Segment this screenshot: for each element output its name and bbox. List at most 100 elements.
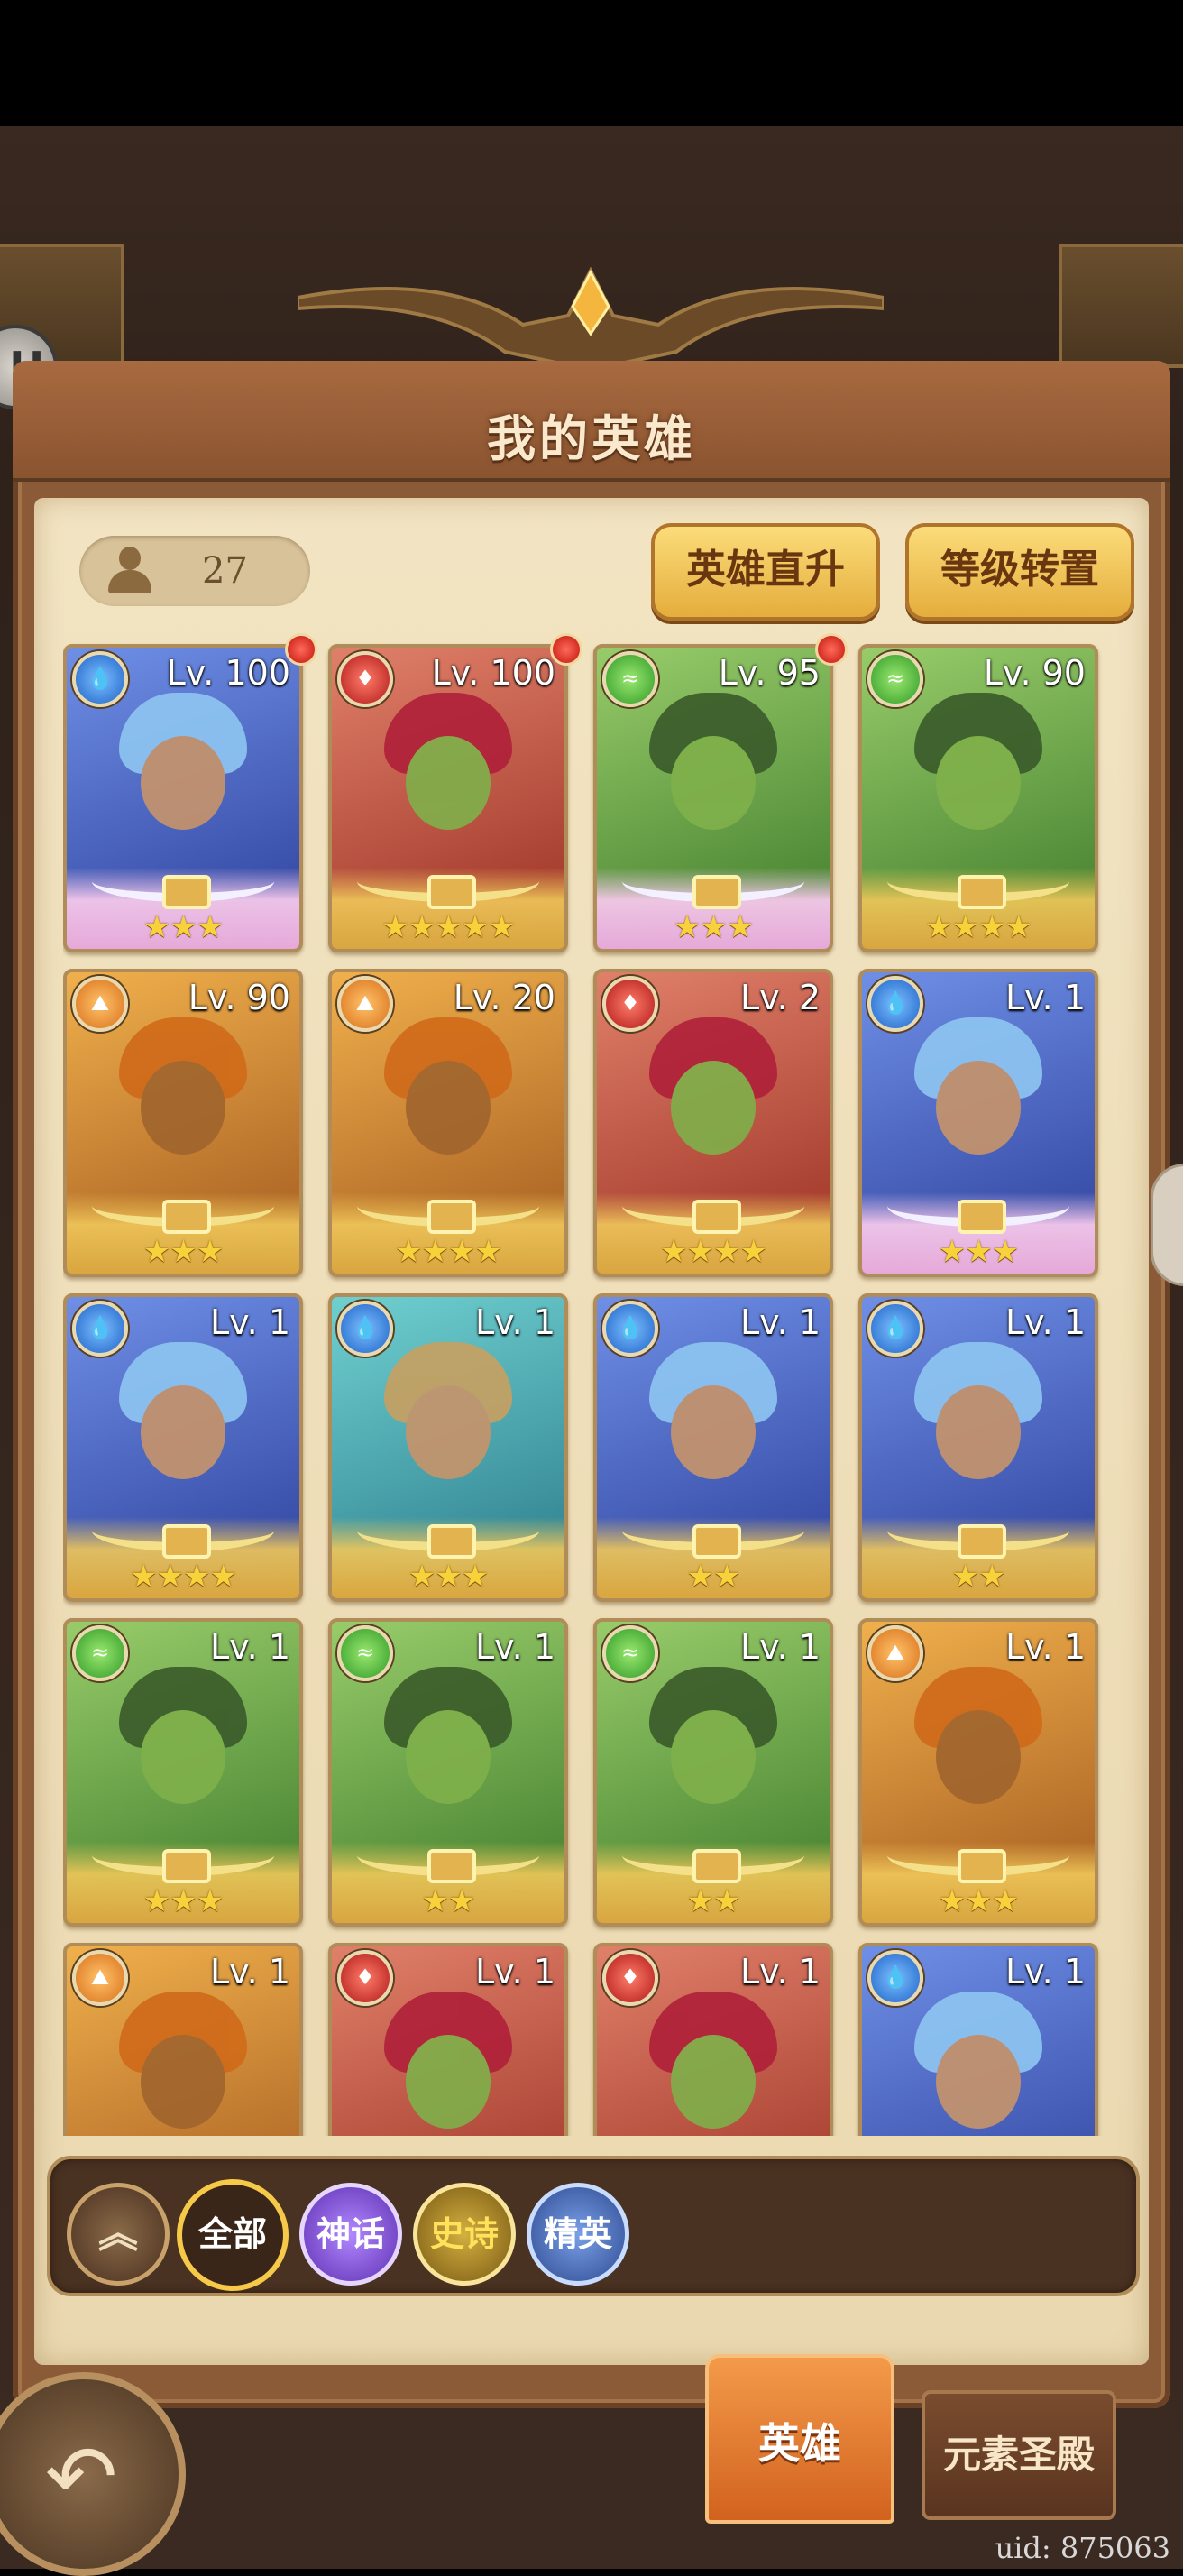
hero-card[interactable]: ⛰ Lv. 1: [63, 1943, 303, 2136]
rarity-emblem-icon: [427, 1849, 476, 1883]
rarity-emblem-icon: [162, 1524, 211, 1559]
rarity-emblem-icon: [958, 875, 1006, 909]
filter-all-button[interactable]: 全部: [177, 2179, 289, 2291]
hero-card[interactable]: ⛰ Lv. 90 ★★★: [63, 969, 303, 1277]
direct-upgrade-button[interactable]: 英雄直升: [651, 523, 880, 621]
hero-level: Lv. 1: [474, 1302, 555, 1342]
fire-element-icon: ♦: [602, 1950, 658, 2006]
side-drawer-handle[interactable]: [1151, 1164, 1183, 1286]
hero-level: Lv. 1: [209, 1302, 290, 1342]
rarity-emblem-icon: [692, 1524, 741, 1559]
hero-card[interactable]: ♦ Lv. 1: [328, 1943, 568, 2136]
hero-card[interactable]: ⛰ Lv. 1 ★★★: [858, 1618, 1098, 1927]
star-rating: ★★★★: [395, 1234, 502, 1270]
hero-portrait: [633, 1983, 793, 2136]
hero-portrait: [898, 1658, 1059, 1838]
hero-portrait: [103, 1658, 263, 1838]
rarity-emblem-icon: [427, 1200, 476, 1234]
rarity-emblem-icon: [162, 1200, 211, 1234]
water-element-icon: 💧: [867, 1301, 923, 1357]
filter-elite-button[interactable]: 精英: [527, 2183, 629, 2286]
filter-epic-button[interactable]: 史诗: [413, 2183, 516, 2286]
earth-element-icon: ⛰: [867, 1625, 923, 1681]
hero-card[interactable]: ⛰ Lv. 20 ★★★★: [328, 969, 568, 1277]
wind-element-icon: ≈: [602, 651, 658, 707]
hero-level: Lv. 1: [1004, 1302, 1086, 1342]
hero-card[interactable]: 💧 Lv. 100 ★★★: [63, 644, 303, 952]
hero-card[interactable]: 💧 Lv. 1 ★★★: [858, 969, 1098, 1277]
hero-card[interactable]: 💧 Lv. 1 ★★★: [328, 1293, 568, 1602]
hero-card[interactable]: 💧 Lv. 1 ★★★★: [63, 1293, 303, 1602]
hero-portrait: [368, 1658, 528, 1838]
water-element-icon: 💧: [602, 1301, 658, 1357]
hero-card[interactable]: ♦ Lv. 2 ★★★★: [593, 969, 833, 1277]
star-rating: ★★: [951, 1559, 1006, 1595]
hero-level: Lv. 1: [1004, 1627, 1086, 1667]
crown-ornament: [298, 266, 884, 370]
status-bar: [0, 0, 1183, 126]
hero-card[interactable]: 💧 Lv. 1 ★★: [858, 1293, 1098, 1602]
collapse-up-icon[interactable]: ︽: [67, 2183, 170, 2286]
filter-mythic-button[interactable]: 神话: [299, 2183, 402, 2286]
rarity-emblem-icon: [958, 1200, 1006, 1234]
hero-card[interactable]: ♦ Lv. 1: [593, 1943, 833, 2136]
hero-level: Lv. 90: [983, 653, 1086, 693]
hero-level: Lv. 1: [209, 1952, 290, 1992]
person-icon: [106, 547, 153, 595]
hero-card[interactable]: ≈ Lv. 1 ★★: [328, 1618, 568, 1927]
user-id: uid: 875063: [995, 2531, 1170, 2565]
hero-level: Lv. 100: [166, 653, 290, 693]
wind-element-icon: ≈: [602, 1625, 658, 1681]
hero-portrait: [368, 1983, 528, 2136]
earth-element-icon: ⛰: [337, 976, 393, 1032]
back-arrow-icon: ↶: [45, 2426, 118, 2527]
hero-level: Lv. 100: [431, 653, 555, 693]
star-rating: ★★★: [408, 1559, 489, 1595]
hero-count: 27: [202, 550, 248, 592]
hero-portrait: [103, 1333, 263, 1513]
earth-element-icon: ⛰: [72, 976, 128, 1032]
hero-card[interactable]: 💧 Lv. 1 ★★: [593, 1293, 833, 1602]
hero-level: Lv. 1: [474, 1627, 555, 1667]
rarity-filter-bar: ︽ 全部 神话 史诗 精英: [47, 2156, 1140, 2296]
hero-portrait: [368, 1008, 528, 1189]
hero-level: Lv. 1: [1004, 1952, 1086, 1992]
hero-card[interactable]: ≈ Lv. 95 ★★★: [593, 644, 833, 952]
rarity-emblem-icon: [692, 1200, 741, 1234]
hero-card[interactable]: ≈ Lv. 1 ★★★: [63, 1618, 303, 1927]
hero-level: Lv. 20: [453, 978, 555, 1017]
hero-level: Lv. 1: [739, 1952, 821, 1992]
star-rating: ★★: [686, 1559, 741, 1595]
wind-element-icon: ≈: [72, 1625, 128, 1681]
right-pillar-decoration: [1059, 244, 1183, 368]
hero-level: Lv. 1: [209, 1627, 290, 1667]
hero-portrait: [368, 684, 528, 864]
hero-portrait: [898, 684, 1059, 864]
rarity-emblem-icon: [162, 875, 211, 909]
star-rating: ★★★: [142, 1234, 224, 1270]
tab-element-shrine[interactable]: 元素圣殿: [922, 2390, 1116, 2520]
hero-portrait: [898, 1008, 1059, 1189]
notification-dot: [550, 633, 582, 666]
tab-heroes[interactable]: 英雄: [705, 2354, 894, 2524]
rarity-emblem-icon: [958, 1849, 1006, 1883]
hero-card[interactable]: ♦ Lv. 100 ★★★★★: [328, 644, 568, 952]
rarity-emblem-icon: [427, 1524, 476, 1559]
hero-portrait: [368, 1333, 528, 1513]
rarity-emblem-icon: [692, 875, 741, 909]
hero-level: Lv. 95: [718, 653, 821, 693]
hero-portrait: [633, 1658, 793, 1838]
hero-card[interactable]: 💧 Lv. 1: [858, 1943, 1098, 2136]
star-rating: ★★★★: [925, 909, 1032, 945]
star-rating: ★★★: [142, 909, 224, 945]
star-rating: ★★: [421, 1883, 476, 1919]
hero-card[interactable]: ≈ Lv. 90 ★★★★: [858, 644, 1098, 952]
hero-portrait: [103, 684, 263, 864]
hero-card[interactable]: ≈ Lv. 1 ★★: [593, 1618, 833, 1927]
hero-grid: 💧 Lv. 100 ★★★ ♦ Lv. 100 ★★★★★ ≈ Lv. 95 ★★★ ≈ Lv. 9…: [63, 633, 1127, 2136]
notification-dot: [285, 633, 317, 666]
water-element-icon: 💧: [867, 976, 923, 1032]
rarity-emblem-icon: [958, 1524, 1006, 1559]
level-transfer-button[interactable]: 等级转置: [905, 523, 1134, 621]
rarity-emblem-icon: [692, 1849, 741, 1883]
